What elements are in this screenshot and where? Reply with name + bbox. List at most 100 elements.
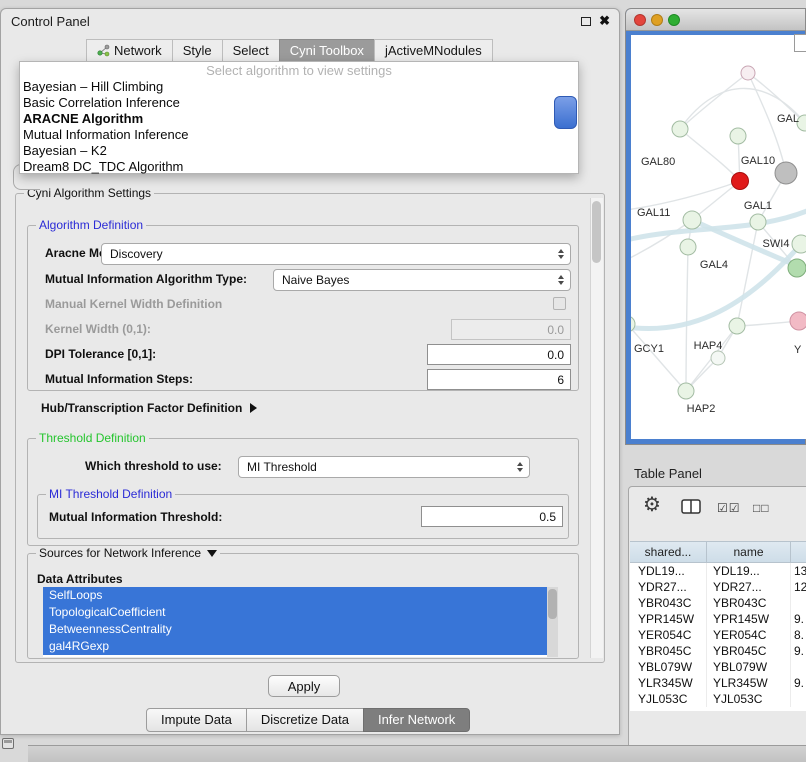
cell-shared-name: YJL053C bbox=[630, 691, 707, 707]
mi-type-combo[interactable]: Naive Bayes bbox=[273, 269, 571, 291]
table-row[interactable]: YJL053C YJL053C bbox=[630, 691, 806, 707]
dpi-tolerance-field[interactable]: 0.0 bbox=[427, 344, 571, 365]
restore-panel-icon[interactable] bbox=[2, 738, 14, 749]
sources-group-toggle[interactable]: Sources for Network Inference bbox=[36, 546, 220, 560]
node-label: GAL80 bbox=[641, 156, 675, 168]
network-canvas-frame: GAL80 GAL10 GAL GAL11 GAL1 SWI4 GAL4 GCY… bbox=[631, 35, 806, 439]
network-node-gal1[interactable] bbox=[750, 214, 766, 230]
cell-name: YDL19... bbox=[707, 563, 791, 579]
list-item[interactable]: SelfLoops bbox=[43, 587, 547, 604]
table-row[interactable]: YBR045C YBR045C 9. bbox=[630, 643, 806, 659]
network-node[interactable] bbox=[730, 128, 746, 144]
node-label: HAP2 bbox=[687, 403, 716, 415]
network-node-green[interactable] bbox=[788, 259, 806, 277]
network-node-gal4[interactable] bbox=[680, 239, 696, 255]
zoom-traffic-light[interactable] bbox=[668, 14, 680, 26]
checked-boxes-icon[interactable]: ☑☑ bbox=[717, 501, 741, 515]
aracne-mode-combo[interactable]: Discovery bbox=[101, 243, 571, 265]
tab-discretize-data[interactable]: Discretize Data bbox=[246, 708, 364, 732]
table-panel-title: Table Panel bbox=[634, 466, 702, 481]
tab-jactivemnodules[interactable]: jActiveMNodules bbox=[374, 39, 493, 63]
settings-scrollbar-thumb[interactable] bbox=[592, 201, 601, 263]
close-window-icon[interactable]: ✖ bbox=[599, 13, 610, 29]
cell-shared-name: YBR045C bbox=[630, 643, 707, 659]
network-node-hap2[interactable] bbox=[678, 383, 694, 399]
cell-value: 13 bbox=[791, 563, 806, 579]
hub-factor-section-toggle[interactable]: Hub/Transcription Factor Definition bbox=[41, 401, 257, 415]
table-row[interactable]: YDR27... YDR27... 12 bbox=[630, 579, 806, 595]
network-node-swi4[interactable] bbox=[792, 235, 806, 253]
network-node[interactable] bbox=[672, 121, 688, 137]
control-panel-tabstrip: Network Style Select Cyni Toolbox jActiv… bbox=[87, 39, 493, 63]
cell-name: YLR345W bbox=[707, 675, 791, 691]
tab-select[interactable]: Select bbox=[222, 39, 280, 63]
network-tab-icon bbox=[97, 44, 110, 57]
table-row[interactable]: YER054C YER054C 8. bbox=[630, 627, 806, 643]
minimize-traffic-light[interactable] bbox=[651, 14, 663, 26]
network-node[interactable] bbox=[741, 66, 755, 80]
network-node-gal10[interactable] bbox=[732, 173, 749, 190]
combo-stepper-icon bbox=[558, 275, 564, 285]
mi-type-value: Naive Bayes bbox=[282, 273, 349, 287]
table-row[interactable]: YPR145W YPR145W 9. bbox=[630, 611, 806, 627]
node-label: HAP4 bbox=[694, 340, 723, 352]
table-row[interactable]: YBR043C YBR043C bbox=[630, 595, 806, 611]
tab-cyni-toolbox[interactable]: Cyni Toolbox bbox=[279, 39, 375, 63]
popup-item[interactable]: Bayesian – K2 bbox=[20, 143, 578, 159]
table-body: YDL19... YDL19... 13 YDR27... YDR27... 1… bbox=[630, 563, 806, 711]
blue-button-fragment bbox=[554, 96, 577, 129]
table-row[interactable]: YLR345W YLR345W 9. bbox=[630, 675, 806, 691]
kernel-width-field[interactable]: 0.0 bbox=[451, 319, 571, 340]
aracne-mode-value: Discovery bbox=[110, 247, 163, 261]
table-row[interactable]: YDL19... YDL19... 13 bbox=[630, 563, 806, 579]
table-header-name[interactable]: name bbox=[707, 542, 791, 562]
network-canvas[interactable]: GAL80 GAL10 GAL GAL11 GAL1 SWI4 GAL4 GCY… bbox=[631, 35, 806, 439]
sources-group-title: Sources for Network Inference bbox=[39, 546, 201, 560]
cyni-algorithm-settings-title: Cyni Algorithm Settings bbox=[24, 186, 154, 200]
which-threshold-combo[interactable]: MI Threshold bbox=[238, 456, 530, 478]
cell-name: YBL079W bbox=[707, 659, 791, 675]
mi-threshold-field[interactable]: 0.5 bbox=[421, 506, 563, 527]
cell-shared-name: YPR145W bbox=[630, 611, 707, 627]
mi-steps-field[interactable]: 6 bbox=[427, 369, 571, 390]
network-node-pink[interactable] bbox=[790, 312, 806, 330]
cell-value: 9. bbox=[791, 675, 806, 691]
unchecked-boxes-icon[interactable]: □□ bbox=[753, 501, 770, 515]
popup-item[interactable]: Bayesian – Hill Climbing bbox=[20, 79, 578, 95]
table-row[interactable]: YBL079W YBL079W bbox=[630, 659, 806, 675]
tab-style[interactable]: Style bbox=[172, 39, 223, 63]
cell-shared-name: YDR27... bbox=[630, 579, 707, 595]
cell-value: 8. bbox=[791, 627, 806, 643]
tab-network[interactable]: Network bbox=[86, 39, 173, 63]
list-scrollbar-thumb[interactable] bbox=[548, 589, 557, 619]
popup-item[interactable]: Basic Correlation Inference bbox=[20, 95, 578, 111]
network-node[interactable] bbox=[683, 211, 701, 229]
list-item[interactable]: TopologicalCoefficient bbox=[43, 604, 547, 621]
settings-scrollbar[interactable] bbox=[590, 198, 603, 658]
network-node[interactable] bbox=[711, 351, 725, 365]
tab-infer-network[interactable]: Infer Network bbox=[363, 708, 470, 732]
network-node-gray[interactable] bbox=[775, 162, 797, 184]
which-threshold-value: MI Threshold bbox=[247, 460, 317, 474]
list-item[interactable]: gal4RGexp bbox=[43, 638, 547, 655]
column-browser-icon[interactable] bbox=[681, 499, 701, 515]
list-item[interactable]: BetweennessCentrality bbox=[43, 621, 547, 638]
float-window-icon[interactable] bbox=[581, 17, 591, 26]
table-header-shared-name[interactable]: shared... bbox=[630, 542, 707, 562]
manual-kernel-width-checkbox[interactable] bbox=[553, 297, 566, 310]
apply-button[interactable]: Apply bbox=[268, 675, 340, 697]
close-traffic-light[interactable] bbox=[634, 14, 646, 26]
cell-shared-name: YLR345W bbox=[630, 675, 707, 691]
cell-value: 9. bbox=[791, 611, 806, 627]
gear-icon[interactable]: ⚙ bbox=[643, 495, 661, 515]
cell-name: YER054C bbox=[707, 627, 791, 643]
network-node[interactable] bbox=[729, 318, 745, 334]
mi-type-label: Mutual Information Algorithm Type: bbox=[45, 273, 247, 286]
popup-item[interactable]: Mutual Information Inference bbox=[20, 127, 578, 143]
table-header-cell[interactable] bbox=[791, 542, 806, 562]
cell-shared-name: YDL19... bbox=[630, 563, 707, 579]
popup-item-selected[interactable]: ARACNE Algorithm bbox=[20, 111, 578, 127]
cell-shared-name: YBL079W bbox=[630, 659, 707, 675]
tab-impute-data[interactable]: Impute Data bbox=[146, 708, 247, 732]
popup-item[interactable]: Dream8 DC_TDC Algorithm bbox=[20, 159, 578, 175]
